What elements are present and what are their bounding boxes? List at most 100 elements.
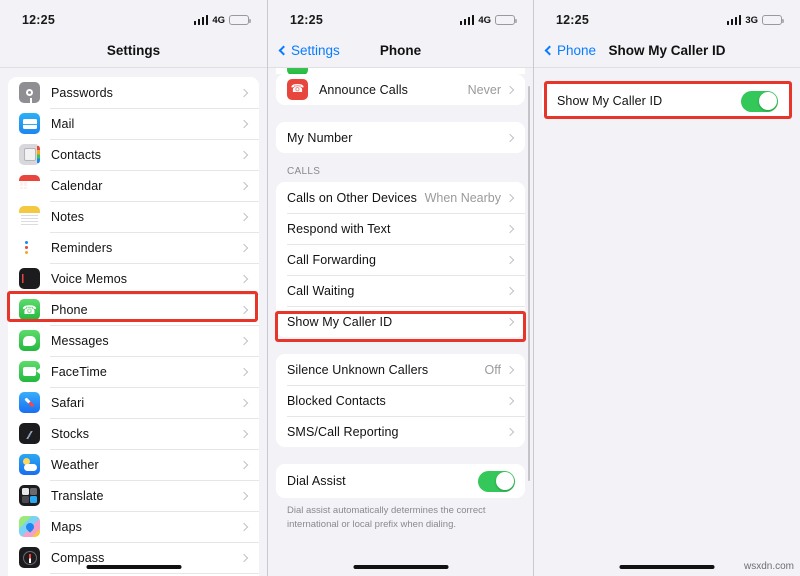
back-button-label: Phone [557,43,597,58]
row-show-my-caller-id-toggle[interactable]: Show My Caller ID [542,83,792,119]
chevron-right-icon [505,317,515,326]
home-indicator [86,565,181,569]
chevron-right-icon [239,119,249,128]
sidebar-item-weather[interactable]: Weather [8,449,259,480]
sidebar-item-translate[interactable]: Translate [8,480,259,511]
calls-group: Calls on Other Devices When Nearby Respo… [276,182,525,337]
chevron-right-icon [505,427,515,436]
sidebar-item-calendar[interactable]: :::::::::::::::::: Calendar [8,170,259,201]
row-label: Contacts [51,147,102,162]
row-label: Announce Calls [319,82,408,97]
back-button-label: Settings [291,43,340,58]
row-label: Calendar [51,178,103,193]
sidebar-item-mail[interactable]: Mail [8,108,259,139]
notes-icon [19,206,40,227]
phone-scroll-area[interactable]: ☎ Announce Calls Never My Number CALLS C… [268,68,533,576]
row-label: Translate [51,488,104,503]
row-dial-assist[interactable]: Dial Assist [276,464,525,498]
chevron-right-icon [239,243,249,252]
dial-assist-toggle[interactable] [478,470,515,492]
row-show-my-caller-id[interactable]: Show My Caller ID [276,306,525,337]
caller-id-scroll-area: Show My Caller ID [534,68,800,576]
sidebar-item-voice-memos[interactable]: Voice Memos [8,263,259,294]
safari-icon [19,392,40,413]
row-label: Messages [51,333,109,348]
back-button[interactable]: Phone [544,43,597,58]
back-button[interactable]: Settings [278,43,340,58]
row-label: Passwords [51,85,114,100]
page-title: Settings [106,43,161,58]
chevron-right-icon [239,460,249,469]
mail-icon [19,113,40,134]
announce-group: ☎ Announce Calls Never [276,74,525,105]
watermark: wsxdn.com [743,561,794,572]
show-my-caller-id-toggle[interactable] [741,90,778,112]
row-label: Call Waiting [287,283,355,298]
sidebar-item-passwords[interactable]: Passwords [8,77,259,108]
row-label: Safari [51,395,85,410]
sidebar-item-reminders[interactable]: Reminders [8,232,259,263]
row-label: Respond with Text [287,221,391,236]
row-calls-on-other-devices[interactable]: Calls on Other Devices When Nearby [276,182,525,213]
maps-icon [19,516,40,537]
section-header-calls: CALLS [287,166,321,177]
dial-assist-footnote: Dial assist automatically determines the… [287,505,486,530]
network-type-label: 3G [745,14,758,26]
row-sms-call-reporting[interactable]: SMS/Call Reporting [276,416,525,447]
three-panel-screenshot: 12:25 4G Settings Passwords Mail Contact… [0,0,800,576]
row-label: Call Forwarding [287,252,377,267]
sidebar-item-notes[interactable]: Notes [8,201,259,232]
sidebar-item-stocks[interactable]: Stocks [8,418,259,449]
sidebar-item-contacts[interactable]: Contacts [8,139,259,170]
row-respond-with-text[interactable]: Respond with Text [276,213,525,244]
passwords-icon [19,82,40,103]
status-bar: 12:25 4G [268,0,533,34]
chevron-right-icon [239,305,249,314]
row-label: Silence Unknown Callers [287,362,429,377]
row-label: Blocked Contacts [287,393,386,408]
row-label: Voice Memos [51,271,128,286]
row-call-waiting[interactable]: Call Waiting [276,275,525,306]
status-clock: 12:25 [556,13,589,27]
nav-bar: Phone Show My Caller ID [534,34,800,68]
chevron-right-icon [239,398,249,407]
chevron-right-icon [239,491,249,500]
sidebar-item-safari[interactable]: Safari [8,387,259,418]
row-label: Dial Assist [287,474,346,488]
row-announce-calls[interactable]: ☎ Announce Calls Never [276,74,525,105]
row-value: Never [467,82,501,97]
home-indicator [619,565,715,569]
chevron-left-icon [278,45,289,56]
translate-icon [19,485,40,506]
row-blocked-contacts[interactable]: Blocked Contacts [276,385,525,416]
chevron-right-icon [239,212,249,221]
row-value: When Nearby [424,190,501,205]
sidebar-item-phone[interactable]: ☎ Phone [8,294,259,325]
chevron-right-icon [505,193,515,202]
chevron-right-icon [239,274,249,283]
sidebar-item-messages[interactable]: Messages [8,325,259,356]
row-label: Show My Caller ID [287,314,393,329]
nav-bar: Settings [0,34,267,68]
chevron-right-icon [239,181,249,190]
settings-scroll-area[interactable]: Passwords Mail Contacts ::::::::::::::::… [0,68,267,576]
sidebar-item-maps[interactable]: Maps [8,511,259,542]
chevron-right-icon [239,336,249,345]
battery-icon [762,15,784,25]
stocks-icon [19,423,40,444]
row-label: SMS/Call Reporting [287,424,399,439]
cellular-signal-icon [459,15,475,25]
row-my-number[interactable]: My Number [276,122,525,153]
row-label: FaceTime [51,364,107,379]
row-label: Stocks [51,426,90,441]
row-label: Phone [51,302,88,317]
messages-icon [19,330,40,351]
vertical-scrollbar[interactable] [527,86,530,481]
cellular-signal-icon [193,15,209,25]
cellular-signal-icon [726,15,742,25]
weather-icon [19,454,40,475]
row-silence-unknown-callers[interactable]: Silence Unknown Callers Off [276,354,525,385]
sidebar-item-facetime[interactable]: FaceTime [8,356,259,387]
row-call-forwarding[interactable]: Call Forwarding [276,244,525,275]
chevron-right-icon [505,85,515,94]
